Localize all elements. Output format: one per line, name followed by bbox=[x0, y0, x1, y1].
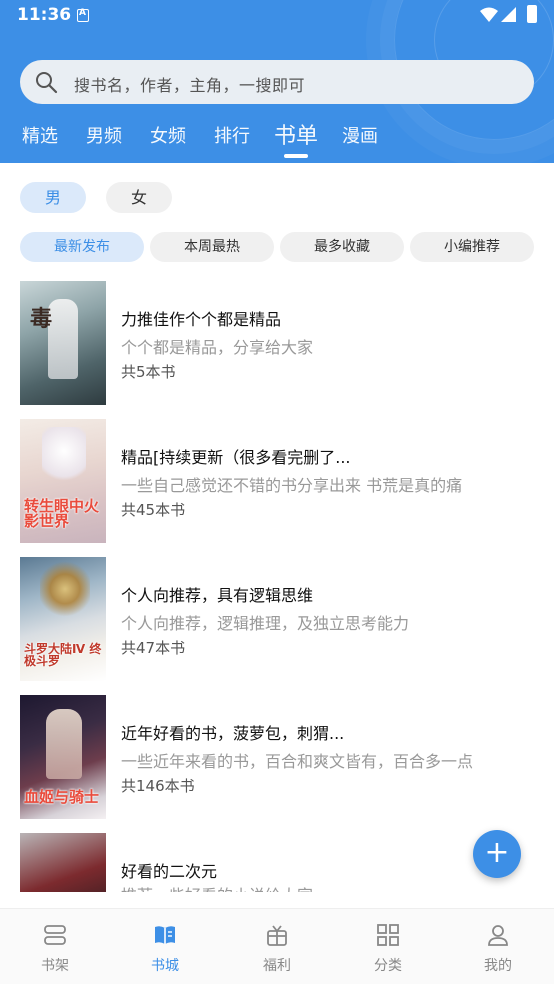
filter-most-favorited[interactable]: 最多收藏 bbox=[280, 232, 404, 262]
list-item[interactable]: 血姬与骑士 近年好看的书，菠萝包，刺猬... 一些近年来看的书，百合和爽文皆有，… bbox=[0, 684, 554, 822]
booklist-cover: 毒 bbox=[20, 281, 106, 405]
booklist-count: 共5本书 bbox=[121, 363, 176, 381]
wifi-icon bbox=[480, 7, 498, 22]
booklist-cover: 转生眼中火影世界 bbox=[20, 419, 106, 543]
nav-bookstore-label: 书城 bbox=[151, 958, 179, 974]
nav-rewards[interactable]: 福利 bbox=[222, 909, 332, 984]
active-tab-indicator bbox=[284, 154, 308, 158]
booklist-cover bbox=[20, 833, 106, 892]
nav-profile[interactable]: 我的 bbox=[443, 909, 553, 984]
booklist-title: 精品[持续更新（很多看完删了... bbox=[121, 448, 351, 467]
booklist-cover-title: 斗罗大陆Ⅳ 终极斗罗 bbox=[24, 642, 102, 668]
filter-latest[interactable]: 最新发布 bbox=[20, 232, 144, 262]
gender-chip-male[interactable]: 男 bbox=[20, 182, 86, 213]
tab-female[interactable]: 女频 bbox=[150, 122, 186, 148]
gift-icon bbox=[267, 925, 287, 946]
booklist-cover-title: 转生眼中火影世界 bbox=[24, 497, 100, 530]
category-tabs: 精选 男频 女频 排行 书单 漫画 bbox=[0, 118, 554, 158]
status-bar: 11:36 bbox=[0, 0, 554, 30]
battery-icon bbox=[527, 5, 537, 23]
booklist-count: 共47本书 bbox=[121, 639, 186, 657]
filter-hot-this-week[interactable]: 本周最热 bbox=[150, 232, 274, 262]
booklist-description: 个个都是精品，分享给大家 bbox=[121, 338, 314, 357]
tab-ranking[interactable]: 排行 bbox=[214, 122, 250, 148]
search-placeholder: 搜书名，作者，主角，一搜即可 bbox=[74, 76, 306, 95]
booklist-cover: 血姬与骑士 bbox=[20, 695, 106, 819]
booklist-title: 力推佳作个个都是精品 bbox=[121, 310, 282, 329]
nav-categories[interactable]: 分类 bbox=[333, 909, 443, 984]
list-item[interactable]: 好看的二次元 推荐一些好看的小说给大家 bbox=[0, 822, 554, 892]
list-item[interactable]: 转生眼中火影世界 精品[持续更新（很多看完删了... 一些自己感觉还不错的书分享… bbox=[0, 408, 554, 546]
category-grid-icon bbox=[377, 924, 399, 946]
booklist-description: 个人向推荐，逻辑推理，及独立思考能力 bbox=[121, 614, 410, 633]
add-booklist-button[interactable]: + bbox=[473, 830, 521, 878]
bookshelf-icon bbox=[44, 925, 66, 945]
nav-profile-label: 我的 bbox=[484, 958, 512, 974]
tab-featured[interactable]: 精选 bbox=[22, 122, 58, 148]
profile-icon bbox=[488, 925, 508, 946]
filter-editor-picks[interactable]: 小编推荐 bbox=[410, 232, 534, 262]
booklist-description: 一些近年来看的书，百合和爽文皆有，百合多一点 bbox=[121, 752, 474, 771]
booklist-list: 毒 力推佳作个个都是精品 个个都是精品，分享给大家 共5本书 转生眼中火影世界 … bbox=[0, 270, 554, 892]
booklist-count: 共146本书 bbox=[121, 777, 195, 795]
header: 11:36 搜书名，作者，主角，一搜即可 精选 男频 女频 排行 书单 漫画 bbox=[0, 0, 554, 163]
search-icon bbox=[36, 72, 58, 94]
booklist-title: 个人向推荐，具有逻辑思维 bbox=[121, 586, 314, 605]
status-time: 11:36 bbox=[17, 5, 72, 25]
nav-rewards-label: 福利 bbox=[263, 958, 291, 974]
gender-chip-female[interactable]: 女 bbox=[106, 182, 172, 213]
nav-bookshelf-label: 书架 bbox=[41, 958, 69, 974]
nav-bookstore[interactable]: 书城 bbox=[110, 909, 220, 984]
notification-a-icon bbox=[77, 8, 89, 22]
signal-icon bbox=[501, 7, 516, 22]
booklist-title: 近年好看的书，菠萝包，刺猬... bbox=[121, 724, 345, 743]
tab-comics[interactable]: 漫画 bbox=[342, 122, 378, 148]
list-item[interactable]: 毒 力推佳作个个都是精品 个个都是精品，分享给大家 共5本书 bbox=[0, 270, 554, 408]
booklist-cover: 斗罗大陆Ⅳ 终极斗罗 bbox=[20, 557, 106, 681]
booklist-title: 好看的二次元 bbox=[121, 862, 218, 881]
bookstore-icon bbox=[155, 926, 175, 944]
bottom-navigation: 书架 书城 福利 分类 我的 bbox=[0, 908, 554, 984]
search-bar[interactable]: 搜书名，作者，主角，一搜即可 bbox=[20, 60, 534, 104]
list-item[interactable]: 斗罗大陆Ⅳ 终极斗罗 个人向推荐，具有逻辑思维 个人向推荐，逻辑推理，及独立思考… bbox=[0, 546, 554, 684]
nav-bookshelf[interactable]: 书架 bbox=[0, 909, 110, 984]
booklist-description: 推荐一些好看的小说给大家 bbox=[121, 882, 313, 892]
nav-categories-label: 分类 bbox=[374, 958, 402, 974]
tab-male[interactable]: 男频 bbox=[86, 122, 122, 148]
booklist-description: 一些自己感觉还不错的书分享出来 书荒是真的痛 bbox=[121, 476, 463, 495]
booklist-cover-title: 血姬与骑士 bbox=[24, 788, 100, 806]
tab-booklist[interactable]: 书单 bbox=[274, 118, 318, 150]
booklist-count: 共45本书 bbox=[121, 501, 186, 519]
